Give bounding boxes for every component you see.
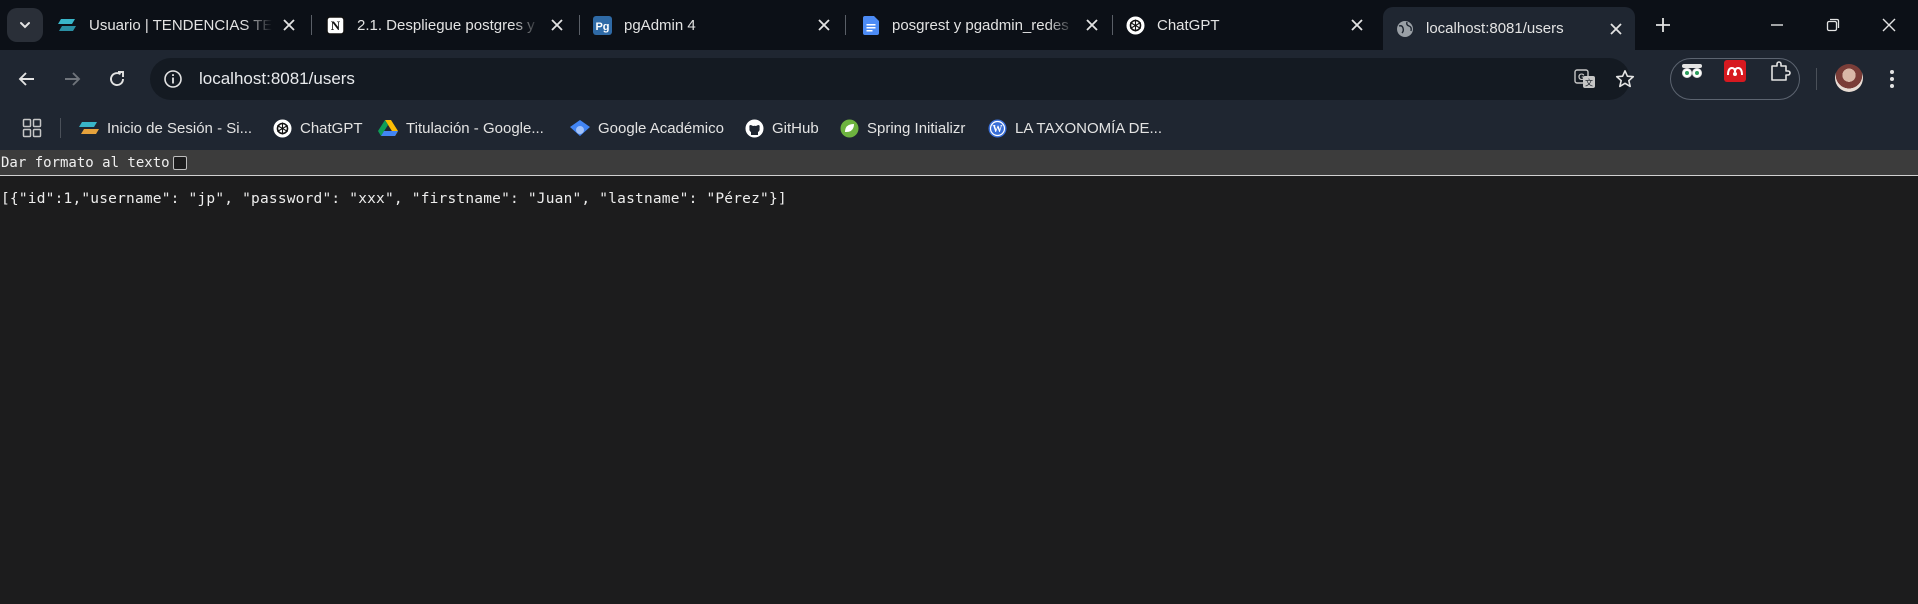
pretty-print-bar: Dar formato al texto <box>0 150 1918 176</box>
pretty-print-label: Dar formato al texto <box>1 154 170 171</box>
chatgpt-icon <box>272 118 292 138</box>
apps-grid-icon[interactable] <box>20 116 44 140</box>
translate-icon[interactable]: G文 <box>1572 66 1598 92</box>
chatgpt-icon <box>1126 16 1145 35</box>
toolbar: localhost:8081/users G文 <box>0 50 1918 108</box>
tab-despliegue[interactable]: N 2.1. Despliegue postgres y <box>326 9 568 41</box>
bookmark-titulacion[interactable]: Titulación - Google... <box>378 116 544 140</box>
bookmark-label: ChatGPT <box>300 119 363 137</box>
tab-title: posgrest y pgadmin_redes <box>892 16 1069 34</box>
tab-localhost-users[interactable]: localhost:8081/users <box>1383 7 1635 50</box>
close-tab-icon[interactable] <box>1605 18 1627 40</box>
json-response-text: [{"id":1,"username": "jp", "password": "… <box>1 191 787 207</box>
bookmark-label: Inicio de Sesión - Si... <box>107 119 253 137</box>
address-bar[interactable]: localhost:8081/users G文 <box>150 58 1635 100</box>
site-icon <box>79 118 99 138</box>
minimize-button[interactable] <box>1764 12 1790 38</box>
tab-separator <box>845 15 846 35</box>
tab-title: Usuario | TENDENCIAS TEC <box>89 16 272 34</box>
bookmark-label: Titulación - Google... <box>406 119 544 137</box>
tab-separator <box>1112 15 1113 35</box>
tab-posgrest[interactable]: posgrest y pgadmin_redes <box>861 9 1103 41</box>
tab-chatgpt[interactable]: ChatGPT <box>1126 9 1368 41</box>
profile-avatar[interactable] <box>1835 64 1863 92</box>
arrow-right-icon <box>65 72 81 86</box>
bookmark-label: Google Académico <box>598 119 724 137</box>
tab-separator <box>579 15 580 35</box>
plus-icon <box>1656 18 1670 32</box>
pgadmin-icon: Pg <box>593 15 612 35</box>
close-icon <box>1882 18 1896 32</box>
arrow-left-icon <box>18 72 34 86</box>
new-tab-button[interactable] <box>1650 12 1676 38</box>
pretty-print-checkbox[interactable] <box>172 155 187 170</box>
forward-button[interactable] <box>57 64 87 94</box>
tendencias-icon <box>58 16 77 35</box>
minimize-icon <box>1771 24 1783 26</box>
back-button[interactable] <box>12 64 42 94</box>
tab-strip: Usuario | TENDENCIAS TEC N 2.1. Desplieg… <box>0 0 1918 50</box>
github-icon <box>744 118 764 138</box>
google-docs-icon <box>861 15 880 35</box>
toolbar-separator <box>1816 68 1817 90</box>
notion-icon: N <box>326 15 345 35</box>
bookmark-label: Spring Initializr <box>867 119 966 137</box>
tab-title: pgAdmin 4 <box>624 16 696 34</box>
bookmark-github[interactable]: GitHub <box>744 116 819 140</box>
bookmark-separator <box>60 118 61 138</box>
close-tab-icon[interactable] <box>1346 14 1368 36</box>
reload-button[interactable] <box>102 64 132 94</box>
close-tab-icon[interactable] <box>278 14 300 36</box>
more-vertical-icon <box>1890 70 1894 88</box>
extensions-puzzle-icon[interactable] <box>1767 58 1793 84</box>
tab-title: ChatGPT <box>1157 16 1220 34</box>
bookmark-label: LA TAXONOMÍA DE... <box>1015 119 1162 137</box>
google-scholar-icon <box>570 118 590 138</box>
bookmark-taxonomia[interactable]: W LA TAXONOMÍA DE... <box>987 116 1162 140</box>
spring-icon <box>839 118 859 138</box>
tab-search-button[interactable] <box>7 8 43 42</box>
close-tab-icon[interactable] <box>546 14 568 36</box>
bookmark-star-icon[interactable] <box>1612 66 1638 92</box>
bookmark-inicio-sesion[interactable]: Inicio de Sesión - Si... <box>79 116 252 140</box>
globe-icon <box>1395 19 1414 38</box>
tab-pgadmin[interactable]: Pg pgAdmin 4 <box>593 9 835 41</box>
chevron-down-icon <box>20 22 30 29</box>
bookmark-label: GitHub <box>772 119 819 137</box>
extension-mendeley-icon[interactable] <box>1722 58 1748 84</box>
tab-usuario[interactable]: Usuario | TENDENCIAS TEC <box>58 9 300 41</box>
svg-text:N: N <box>331 18 341 33</box>
restore-icon <box>1826 18 1840 32</box>
close-tab-icon[interactable] <box>813 14 835 36</box>
wordpress-icon: W <box>987 118 1007 138</box>
svg-text:W: W <box>992 124 1002 135</box>
svg-text:文: 文 <box>1585 78 1593 88</box>
google-drive-icon <box>378 118 398 138</box>
bookmark-google-academico[interactable]: Google Académico <box>570 116 724 140</box>
svg-text:Pg: Pg <box>595 21 609 33</box>
restore-button[interactable] <box>1820 12 1846 38</box>
tab-separator <box>311 15 312 35</box>
url-text[interactable]: localhost:8081/users <box>199 69 355 89</box>
bookmark-chatgpt[interactable]: ChatGPT <box>272 116 363 140</box>
extension-eyes-icon[interactable] <box>1679 58 1705 84</box>
site-info-icon[interactable] <box>162 68 184 90</box>
reload-icon <box>110 71 124 86</box>
close-tab-icon[interactable] <box>1081 14 1103 36</box>
bookmarks-bar: Inicio de Sesión - Si... ChatGPT Titulac… <box>0 108 1918 150</box>
tab-title: 2.1. Despliegue postgres y <box>357 16 535 34</box>
menu-button[interactable] <box>1880 64 1904 94</box>
close-window-button[interactable] <box>1876 12 1902 38</box>
bookmark-spring-initializr[interactable]: Spring Initializr <box>839 116 965 140</box>
tab-title: localhost:8081/users <box>1426 20 1564 37</box>
